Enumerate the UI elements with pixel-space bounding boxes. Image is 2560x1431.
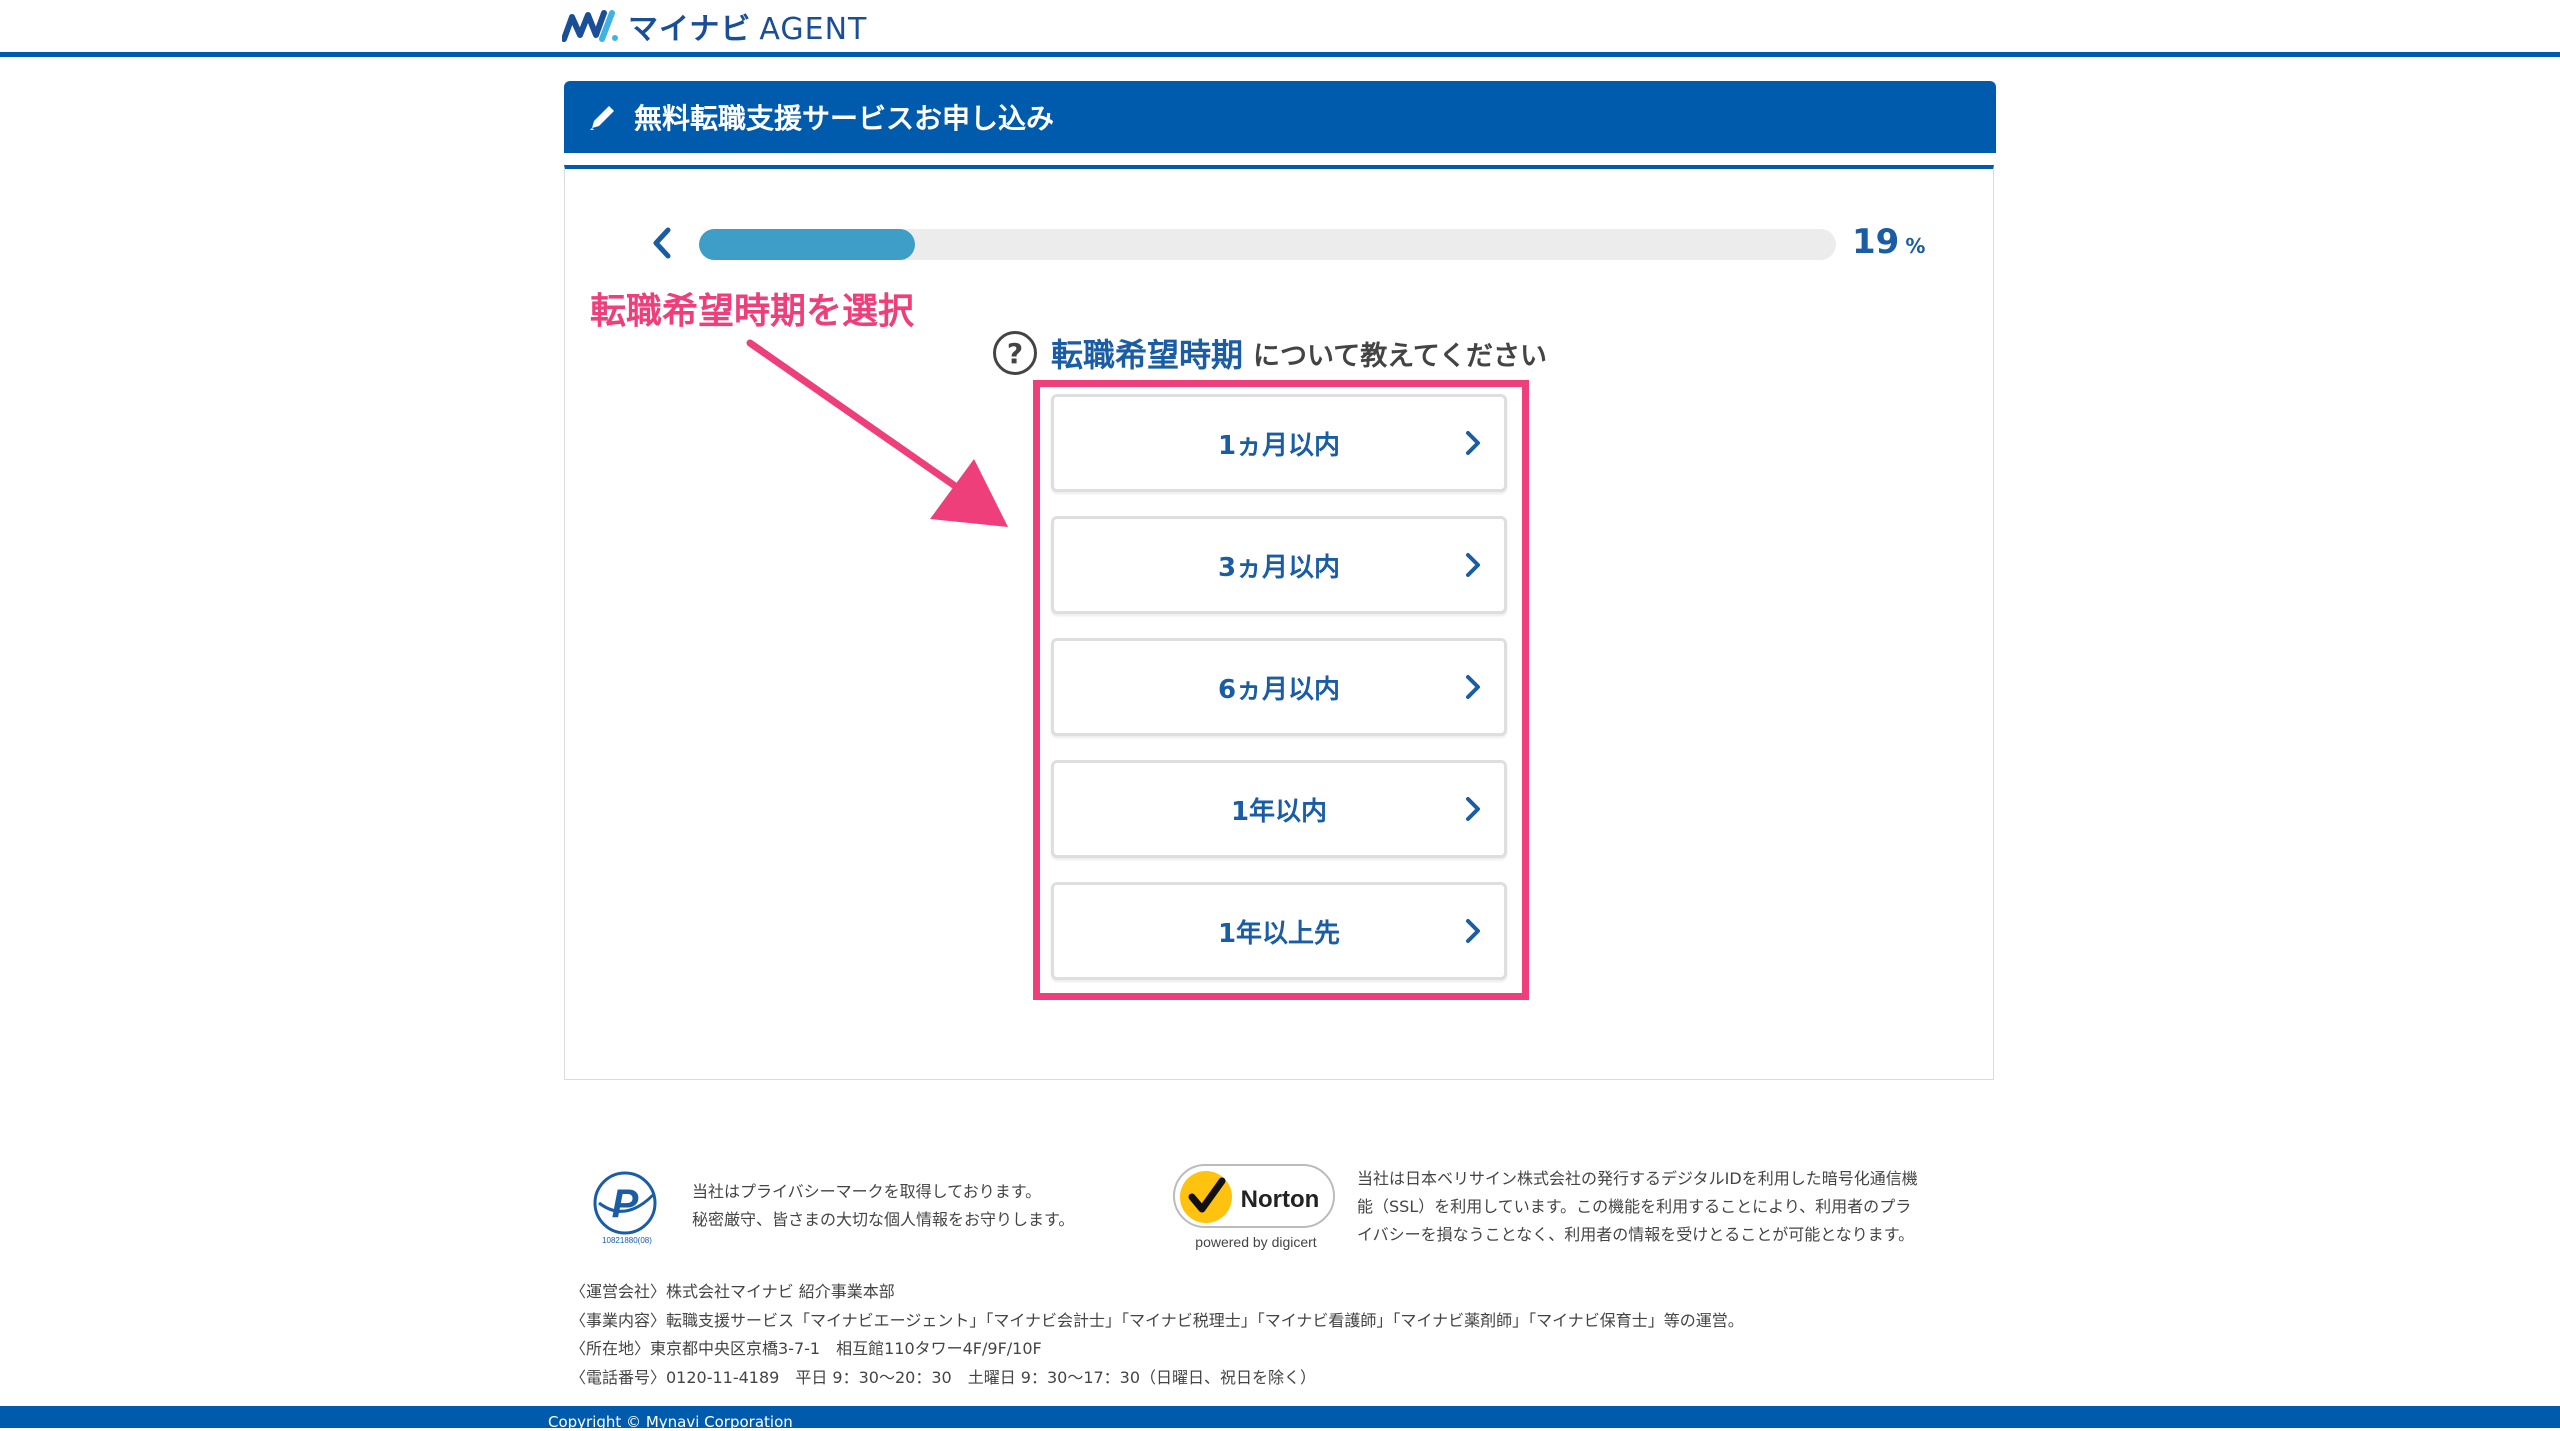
progress-bar-fill — [699, 229, 916, 260]
option-button-6-months[interactable]: 6ヵ月以内 — [1051, 638, 1507, 736]
question-circle-icon: ? — [993, 331, 1037, 375]
svg-text:P: P — [612, 1182, 639, 1226]
option-label: 3ヵ月以内 — [1217, 552, 1341, 583]
option-label: 1ヵ月以内 — [1217, 430, 1341, 461]
mynavi-logo-icon — [562, 10, 618, 42]
ssl-note-line: イバシーを損なうことなく、利用者の情報を受けとることが可能となります。 — [1357, 1225, 1915, 1244]
progress-value: 19 — [1852, 222, 1900, 262]
mynavi-agent-logo[interactable]: マイナビ AGENT — [562, 4, 867, 48]
option-button-1-month[interactable]: 1ヵ月以内 — [1051, 394, 1507, 492]
company-info-line: 〈運営会社〉株式会社マイナビ 紹介事業本部 — [570, 1282, 895, 1301]
chevron-right-icon — [1466, 553, 1480, 577]
privacy-mark-number: 10821880(08) — [602, 1236, 652, 1245]
option-label: 1年以上先 — [1217, 918, 1341, 949]
question-text: について教えてください — [1253, 340, 1548, 372]
privacy-mark-logo-icon: P 10821880(08) — [593, 1171, 657, 1245]
option-label: 6ヵ月以内 — [1217, 674, 1341, 705]
progress-unit: % — [1905, 234, 1926, 258]
progress-bar — [699, 229, 1836, 260]
question-heading: ? 転職希望時期 について教えてください — [993, 330, 1547, 376]
ssl-note-line: 能（SSL）を利用しています。この機能を利用することにより、利用者のプラ — [1357, 1197, 1912, 1216]
privacy-note-line: 秘密厳守、皆さまの大切な個人情報をお守りします。 — [692, 1210, 1075, 1229]
ssl-note-line: 当社は日本ベリサイン株式会社の発行するデジタルIDを利用した暗号化通信機 — [1357, 1169, 1918, 1188]
company-info-line: 〈電話番号〉0120-11-4189 平日 9：30〜20：30 土曜日 9：3… — [570, 1367, 1317, 1387]
chevron-right-icon — [1466, 675, 1480, 699]
progress-percent: 19% — [1852, 222, 1925, 262]
norton-brand: Norton — [1241, 1186, 1320, 1213]
privacy-note: 当社はプライバシーマークを取得しております。 秘密厳守、皆さまの大切な個人情報を… — [692, 1178, 1074, 1234]
chevron-right-icon — [1466, 919, 1480, 943]
norton-powered-by: powered by digicert — [1195, 1234, 1317, 1250]
privacy-note-line: 当社はプライバシーマークを取得しております。 — [692, 1182, 1042, 1201]
option-button-1-year[interactable]: 1年以内 — [1051, 760, 1507, 858]
form-title-bar: 無料転職支援サービスお申し込み — [564, 81, 1996, 153]
page-title: 無料転職支援サービスお申し込み — [634, 102, 1055, 135]
annotation-label: 転職希望時期を選択 — [590, 291, 915, 332]
option-button-over-1-year[interactable]: 1年以上先 — [1051, 882, 1507, 980]
back-chevron-icon[interactable] — [648, 222, 678, 264]
logo-text-agent: AGENT — [759, 12, 868, 47]
norton-seal-icon[interactable]: Norton powered by digicert — [1172, 1163, 1340, 1253]
company-info: 〈運営会社〉株式会社マイナビ 紹介事業本部 〈事業内容〉転職支援サービス「マイナ… — [570, 1278, 1744, 1392]
footer-bar — [0, 1406, 2560, 1428]
option-list: 1ヵ月以内 3ヵ月以内 6ヵ月以内 1年以内 1年以上先 — [1051, 394, 1507, 1004]
pencil-icon — [590, 106, 614, 130]
question-keyword: 転職希望時期 — [1051, 336, 1244, 374]
site-header: マイナビ AGENT — [0, 0, 2560, 57]
option-label: 1年以内 — [1230, 796, 1328, 827]
company-info-line: 〈事業内容〉転職支援サービス「マイナビエージェント」「マイナビ会計士」「マイナビ… — [570, 1310, 1744, 1330]
logo-wordmark: マイナビ AGENT — [628, 4, 867, 48]
logo-text-mynavi: マイナビ — [628, 12, 752, 47]
option-button-3-months[interactable]: 3ヵ月以内 — [1051, 516, 1507, 614]
company-info-line: 〈所在地〉東京都中央区京橋3-7-1 相互館110タワー4F/9F/10F — [570, 1339, 1042, 1358]
annotation-arrow-icon — [746, 339, 1008, 527]
chevron-right-icon — [1466, 797, 1480, 821]
copyright: Copyright © Mynavi Corporation — [548, 1413, 793, 1431]
chevron-right-icon — [1466, 431, 1480, 455]
ssl-note: 当社は日本ベリサイン株式会社の発行するデジタルIDを利用した暗号化通信機 能（S… — [1357, 1165, 1947, 1249]
